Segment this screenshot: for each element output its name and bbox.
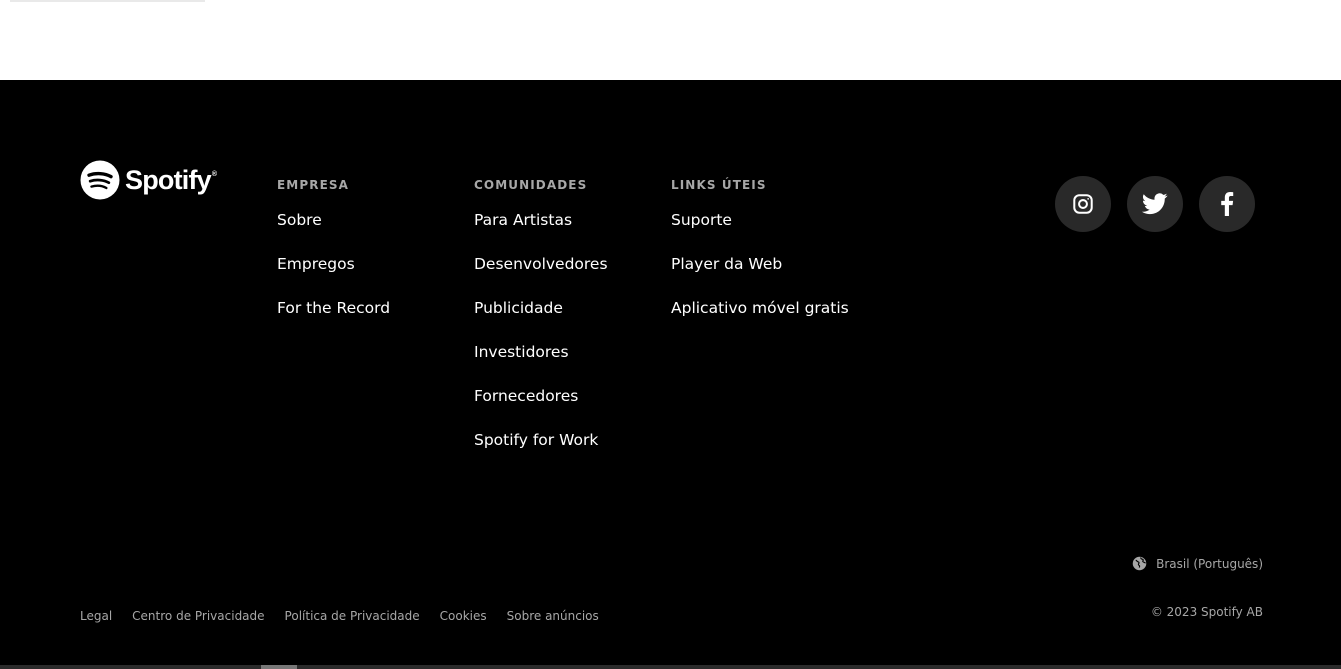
footer-link-aplicativo-movel[interactable]: Aplicativo móvel gratis bbox=[671, 297, 849, 319]
footer-link-para-artistas[interactable]: Para Artistas bbox=[474, 209, 572, 231]
footer-link-suporte[interactable]: Suporte bbox=[671, 209, 732, 231]
page-content-bottom bbox=[0, 0, 1341, 80]
spotify-logo-icon bbox=[80, 160, 120, 200]
facebook-button[interactable] bbox=[1199, 176, 1255, 232]
legal-link-cookies[interactable]: Cookies bbox=[440, 609, 487, 623]
footer-column-comunidades: COMUNIDADES Para Artistas Desenvolvedore… bbox=[474, 177, 608, 473]
spotify-logo[interactable]: Spotify® bbox=[80, 160, 217, 200]
legal-link-legal[interactable]: Legal bbox=[80, 609, 112, 623]
column-heading: EMPRESA bbox=[277, 178, 350, 192]
footer-link-empregos[interactable]: Empregos bbox=[277, 253, 355, 275]
footer-link-player-da-web[interactable]: Player da Web bbox=[671, 253, 782, 275]
copyright: © 2023 Spotify AB bbox=[1150, 605, 1263, 619]
spotify-wordmark: Spotify® bbox=[125, 165, 217, 195]
footer-link-desenvolvedores[interactable]: Desenvolvedores bbox=[474, 253, 608, 275]
content-divider bbox=[10, 0, 205, 2]
instagram-icon bbox=[1073, 194, 1093, 214]
footer-link-publicidade[interactable]: Publicidade bbox=[474, 297, 563, 319]
column-heading: LINKS ÚTEIS bbox=[671, 178, 767, 192]
twitter-icon bbox=[1142, 193, 1168, 215]
horizontal-scrollbar[interactable] bbox=[0, 665, 1341, 669]
language-selector[interactable]: Brasil (Português) bbox=[1132, 556, 1263, 571]
legal-link-politica-de-privacidade[interactable]: Política de Privacidade bbox=[285, 609, 420, 623]
footer-link-fornecedores[interactable]: Fornecedores bbox=[474, 385, 578, 407]
scrollbar-thumb[interactable] bbox=[261, 665, 297, 669]
facebook-icon bbox=[1221, 192, 1234, 216]
legal-links: Legal Centro de Privacidade Política de … bbox=[80, 609, 619, 623]
footer-link-sobre[interactable]: Sobre bbox=[277, 209, 322, 231]
language-label: Brasil (Português) bbox=[1156, 556, 1263, 571]
footer-link-investidores[interactable]: Investidores bbox=[474, 341, 569, 363]
footer-column-empresa: EMPRESA Sobre Empregos For the Record bbox=[277, 177, 390, 341]
instagram-button[interactable] bbox=[1055, 176, 1111, 232]
footer-link-for-the-record[interactable]: For the Record bbox=[277, 297, 390, 319]
footer-column-links-uteis: LINKS ÚTEIS Suporte Player da Web Aplica… bbox=[671, 177, 849, 341]
footer: Spotify® EMPRESA Sobre Empregos For the … bbox=[0, 80, 1341, 669]
legal-link-centro-de-privacidade[interactable]: Centro de Privacidade bbox=[132, 609, 264, 623]
twitter-button[interactable] bbox=[1127, 176, 1183, 232]
globe-icon bbox=[1132, 556, 1147, 571]
legal-link-sobre-anuncios[interactable]: Sobre anúncios bbox=[507, 609, 599, 623]
column-heading: COMUNIDADES bbox=[474, 178, 588, 192]
footer-link-spotify-for-work[interactable]: Spotify for Work bbox=[474, 429, 598, 451]
